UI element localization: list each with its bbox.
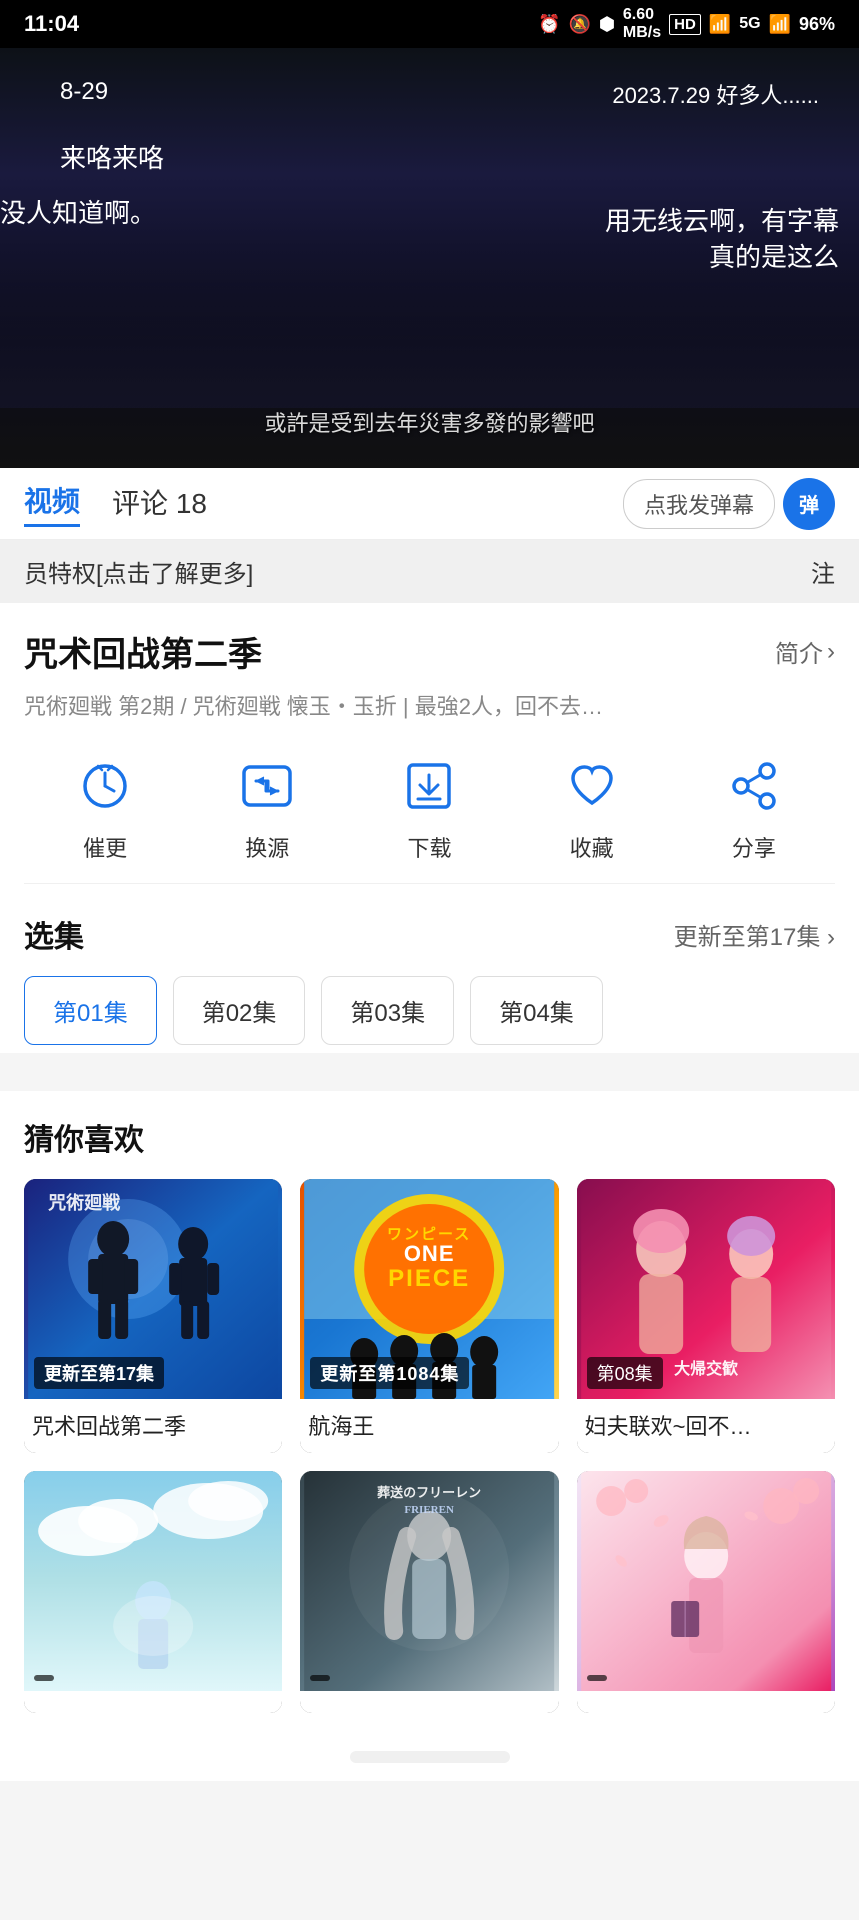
source-label: 换源 [245,831,289,863]
card-6[interactable] [577,1471,835,1713]
alarm-icon: ⏰ [538,14,560,35]
episode-section-title: 选集 [24,912,84,956]
video-background: 8-29 2023.7.29 好多人...... 来咯来咯 没人知道啊。 用无线… [0,48,859,468]
video-danmu-overlay: 8-29 2023.7.29 好多人...... 来咯来咯 没人知道啊。 用无线… [0,48,859,468]
member-banner[interactable]: 员特权[点击了解更多] 注 [0,540,859,603]
download-label: 下载 [407,831,451,863]
action-remind[interactable]: 催更 [70,751,140,863]
video-subtitle: 或許是受到去年災害多發的影響吧 [0,406,859,438]
action-favorite[interactable]: 收藏 [557,751,627,863]
video-player[interactable]: 8-29 2023.7.29 好多人...... 来咯来咯 没人知道啊。 用无线… [0,48,859,468]
card-badge-jjk: 更新至第17集 [34,1357,164,1389]
bluetooth-icon: ⬢ [599,14,615,35]
card-info-6 [577,1691,835,1713]
card-4[interactable] [24,1471,282,1713]
title-row: 咒术回战第二季 简介 › [24,627,835,676]
recommend-section: 猜你喜欢 [0,1081,859,1737]
card-thumb-frieren: 葬送のフリーレン FRIEREN [300,1471,558,1691]
episode-item-1[interactable]: 第01集 [24,976,157,1045]
hd-badge: HD [669,14,701,35]
member-banner-right: 注 [811,554,835,589]
chevron-right-icon: › [827,638,835,666]
card-info-frieren [300,1691,558,1713]
card-3[interactable]: 大帰交歓 第08集 妇夫联欢~回不… [577,1179,835,1453]
danmu-comment-5: 用无线云啊，有字幕真的是这么 [605,203,839,276]
download-icon [394,751,464,821]
svg-text:PIECE: PIECE [388,1265,470,1292]
card-grid: 咒術廻戦 更新至第17集 咒术回战第二季 [24,1179,835,1737]
member-banner-text: 员特权[点击了解更多] [24,554,253,589]
action-share[interactable]: 分享 [719,751,789,863]
action-row: 催更 换源 [24,751,835,884]
episode-update-link[interactable]: 更新至第17集 › [674,917,835,952]
signal-icon: 📶 [769,14,791,35]
speed-label: 6.60MB/s [623,6,661,42]
status-time: 11:04 [24,11,79,37]
tab-bar: 视频 评论 18 点我发弹幕 弹 [0,468,859,540]
anime-title: 咒术回战第二季 [24,627,262,676]
card-title-3: 妇夫联欢~回不… [585,1409,827,1441]
svg-text:ONE: ONE [404,1241,455,1266]
favorite-label: 收藏 [570,831,614,863]
content-area: 咒术回战第二季 简介 › 咒術廻戦 第2期 / 咒術廻戦 懐玉・玉折 | 最強2… [0,603,859,1053]
episode-list: 第01集 第02集 第03集 第04集 [24,976,835,1053]
bottom-bar [0,1737,859,1781]
anime-subtitle: 咒術廻戦 第2期 / 咒術廻戦 懐玉・玉折 | 最強2人，回不去… [24,690,835,723]
comment-count: 18 [176,488,207,519]
card-thumb-jjk: 咒術廻戦 更新至第17集 [24,1179,282,1399]
battery-label: 96% [799,14,835,35]
tab-comment[interactable]: 评论 18 [112,482,207,526]
intro-link[interactable]: 简介 › [775,634,835,669]
bell-mute-icon: 🔕 [569,14,591,35]
card-thumb-6 [577,1471,835,1691]
card-thumb-4 [24,1471,282,1691]
5g-label: 5G [739,15,760,33]
card-info-3: 妇夫联欢~回不… [577,1399,835,1453]
card-badge-6 [587,1675,607,1681]
heart-icon [557,751,627,821]
card-badge-op: 更新至第1084集 [310,1357,469,1389]
action-download[interactable]: 下载 [394,751,464,863]
danmu-icon-button[interactable]: 弹 [783,478,835,530]
danmu-area: 点我发弹幕 弹 [623,478,835,530]
card-op[interactable]: ワンピース ONE PIECE 更新至第1084集 航海王 [300,1179,558,1453]
status-bar: 11:04 ⏰ 🔕 ⬢ 6.60MB/s HD 📶 5G 📶 96% [0,0,859,48]
svg-text:咒術廻戦: 咒術廻戦 [48,1192,121,1213]
danmu-comment-2: 2023.7.29 好多人...... [612,78,819,110]
card-info-4 [24,1691,282,1713]
episode-item-4[interactable]: 第04集 [470,976,603,1045]
card-info-op: 航海王 [300,1399,558,1453]
status-icons: ⏰ 🔕 ⬢ 6.60MB/s HD 📶 5G 📶 96% [538,6,835,42]
recommend-title: 猜你喜欢 [24,1115,835,1159]
card-thumb-3: 大帰交歓 第08集 [577,1179,835,1399]
danmu-comment-4: 没人知道啊。 [0,193,156,230]
switch-icon [232,751,302,821]
clock-icon [70,751,140,821]
svg-text:大帰交歓: 大帰交歓 [674,1359,738,1378]
home-indicator [350,1751,510,1763]
card-badge-3: 第08集 [587,1357,663,1389]
action-source[interactable]: 换源 [232,751,302,863]
card-title-jjk: 咒术回战第二季 [32,1409,274,1441]
svg-text:葬送のフリーレン: 葬送のフリーレン [377,1485,481,1500]
share-label: 分享 [732,831,776,863]
card-title-op: 航海王 [308,1409,550,1441]
danmu-comment-3: 来咯来咯 [60,138,164,175]
svg-text:FRIEREN: FRIEREN [405,1504,455,1516]
episode-section-header: 选集 更新至第17集 › [24,912,835,956]
card-badge-frieren [310,1675,330,1681]
card-info-jjk: 咒术回战第二季 [24,1399,282,1453]
episode-item-2[interactable]: 第02集 [173,976,306,1045]
wifi-icon: 📶 [709,14,731,35]
episode-item-3[interactable]: 第03集 [321,976,454,1045]
remind-label: 催更 [83,831,127,863]
danmu-send-button[interactable]: 点我发弹幕 [623,479,775,529]
share-icon [719,751,789,821]
danmu-comment-1: 8-29 [60,78,108,106]
card-thumb-op: ワンピース ONE PIECE 更新至第1084集 [300,1179,558,1399]
card-jjk[interactable]: 咒術廻戦 更新至第17集 咒术回战第二季 [24,1179,282,1453]
tab-video[interactable]: 视频 [24,480,80,527]
card-badge-4 [34,1675,54,1681]
card-frieren[interactable]: 葬送のフリーレン FRIEREN [300,1471,558,1713]
